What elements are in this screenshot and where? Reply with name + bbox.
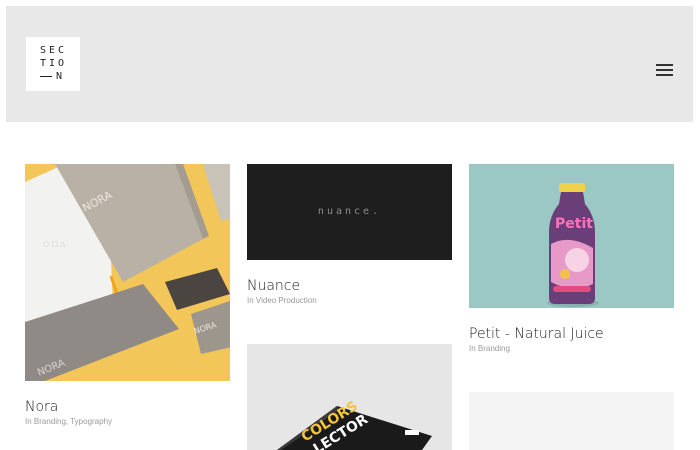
placeholder-thumbnail[interactable]	[469, 392, 674, 450]
project-title[interactable]: Nuance	[247, 278, 300, 294]
logo-line-3: N	[40, 70, 80, 83]
petit-bottle-label: Petit	[555, 216, 593, 232]
site-header: SEC TIO N	[6, 6, 693, 122]
petit-thumbnail[interactable]: Petit	[469, 164, 674, 308]
project-card-nora[interactable]: ○ □ △ NORA NORA NORA Nora In Branding, T…	[25, 164, 230, 434]
nora-thumbnail[interactable]: ○ □ △ NORA NORA NORA	[25, 164, 230, 381]
colors-lector-thumbnail[interactable]: COLORS LECTOR	[247, 344, 452, 450]
logo-line-1: SEC	[40, 45, 68, 56]
logo-underline	[40, 75, 52, 77]
project-card-petit[interactable]: Petit Petit - Natural Juice In Branding	[469, 164, 674, 359]
site-logo[interactable]: SEC TIO N	[26, 37, 80, 91]
hamburger-menu-icon[interactable]	[656, 64, 673, 76]
project-card-placeholder[interactable]	[469, 392, 674, 450]
nuance-wordmark: nuance.	[317, 206, 382, 217]
project-title[interactable]: Nora	[25, 399, 58, 415]
nora-artwork: ○ □ △ NORA NORA NORA	[25, 164, 230, 381]
project-categories[interactable]: In Branding	[469, 344, 510, 353]
project-title[interactable]: Petit - Natural Juice	[469, 326, 604, 342]
project-card-nuance[interactable]: nuance. Nuance In Video Production	[247, 164, 452, 314]
logo-line-3-text: N	[56, 71, 66, 82]
nuance-thumbnail[interactable]: nuance.	[247, 164, 452, 260]
project-categories[interactable]: In Video Production	[247, 296, 317, 305]
project-card-colors-lector[interactable]: COLORS LECTOR	[247, 344, 452, 450]
book-artwork: COLORS LECTOR	[277, 398, 432, 450]
juice-bottle-artwork: Petit	[547, 183, 599, 307]
svg-text:○ □ △: ○ □ △	[43, 240, 66, 248]
project-categories[interactable]: In Branding, Typography	[25, 417, 112, 426]
logo-line-2: TIO	[40, 58, 68, 69]
